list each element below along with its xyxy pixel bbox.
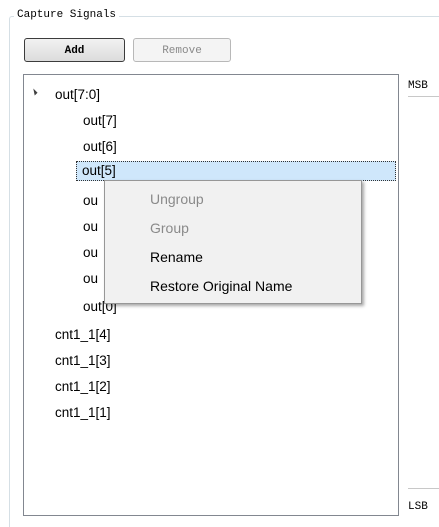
tree-item[interactable]: cnt1_1[4] — [55, 325, 111, 345]
lsb-label: LSB — [408, 501, 428, 513]
tree-item-selected[interactable]: out[5] — [76, 161, 396, 181]
add-button[interactable]: Add — [24, 38, 125, 62]
remove-button[interactable]: Remove — [133, 38, 231, 62]
tree-item[interactable]: ou — [83, 191, 98, 211]
msb-divider — [408, 96, 439, 97]
menu-item-group[interactable]: Group — [150, 215, 189, 241]
tree-item[interactable]: cnt1_1[3] — [55, 351, 111, 371]
menu-item-rename[interactable]: Rename — [150, 244, 203, 270]
tree-group-out[interactable]: out[7:0] — [55, 85, 100, 105]
lsb-divider — [408, 488, 439, 489]
tree-item[interactable]: out[7] — [83, 111, 117, 131]
expand-triangle-icon[interactable] — [30, 88, 38, 96]
menu-item-ungroup[interactable]: Ungroup — [150, 186, 204, 212]
msb-label: MSB — [408, 80, 428, 92]
tree-item[interactable]: ou — [83, 217, 98, 237]
menu-item-restore-original-name[interactable]: Restore Original Name — [150, 273, 292, 299]
context-menu: Ungroup Group Rename Restore Original Na… — [104, 180, 362, 304]
tree-item[interactable]: cnt1_1[1] — [55, 403, 111, 423]
tree-item[interactable]: cnt1_1[2] — [55, 377, 111, 397]
tree-item[interactable]: out[6] — [83, 137, 117, 157]
tree-item[interactable]: ou — [83, 243, 98, 263]
tree-item[interactable]: ou — [83, 269, 98, 289]
group-title: Capture Signals — [14, 8, 120, 22]
